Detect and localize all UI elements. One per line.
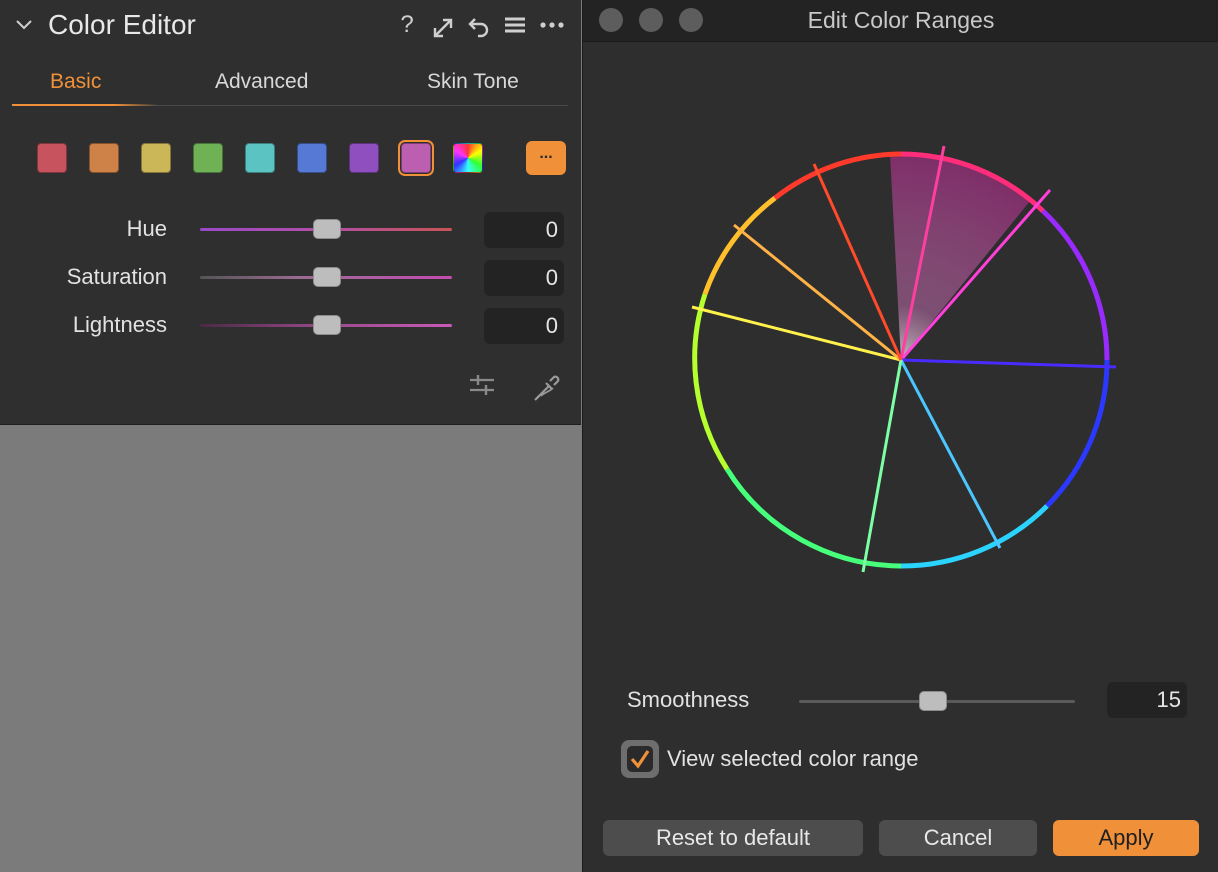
lightness-value-field[interactable]: 0: [484, 308, 564, 344]
swatch-blue[interactable]: [297, 143, 327, 173]
swatch-orange[interactable]: [89, 143, 119, 173]
swatch-purple[interactable]: [349, 143, 379, 173]
swatch-cyan[interactable]: [245, 143, 275, 173]
tab-bar: Basic Advanced Skin Tone: [12, 66, 568, 106]
more-colors-button[interactable]: ...: [526, 141, 566, 175]
expand-icon[interactable]: [431, 10, 455, 40]
hue-value-field[interactable]: 0: [484, 212, 564, 248]
cancel-button[interactable]: Cancel: [879, 820, 1037, 856]
dialog-titlebar: Edit Color Ranges: [583, 0, 1218, 42]
color-editor-panel: Color Editor ? Basic Advanced Skin Tone: [0, 0, 581, 425]
menu-icon[interactable]: [503, 10, 527, 40]
view-range-checkbox[interactable]: [621, 740, 659, 778]
swatch-all-colors[interactable]: [453, 143, 483, 173]
swatch-green[interactable]: [193, 143, 223, 173]
lightness-slider-thumb[interactable]: [313, 315, 341, 335]
saturation-label: Saturation: [66, 264, 167, 289]
lightness-label: Lightness: [72, 312, 167, 337]
apply-button[interactable]: Apply: [1053, 820, 1199, 856]
checkbox-box: [627, 746, 653, 772]
lightness-row: Lightness 0: [0, 308, 581, 344]
swatch-magenta[interactable]: [398, 140, 434, 176]
checkmark-icon: [630, 750, 650, 769]
smoothness-label: Smoothness: [627, 687, 750, 712]
saturation-value-field[interactable]: 0: [484, 260, 564, 296]
question-icon[interactable]: ?: [395, 10, 419, 40]
chevron-down-icon[interactable]: [14, 14, 34, 34]
hue-label: Hue: [126, 216, 167, 241]
smoothness-row: Smoothness 15: [583, 682, 1218, 718]
swatch-yellow[interactable]: [141, 143, 171, 173]
edit-color-ranges-dialog: Edit Color Ranges Smoothness 15 View sel…: [582, 0, 1218, 872]
tab-skin-tone[interactable]: Skin Tone: [427, 70, 519, 94]
swatch-red[interactable]: [37, 143, 67, 173]
saturation-row: Saturation 0: [0, 260, 581, 296]
adjustments-icon[interactable]: [467, 370, 497, 400]
hue-slider-thumb[interactable]: [313, 219, 341, 239]
panel-header: Color Editor ?: [0, 0, 581, 52]
eyedropper-icon[interactable]: [531, 370, 565, 404]
color-swatch-row: ...: [37, 140, 567, 176]
panel-title: Color Editor: [48, 9, 196, 40]
more-icon[interactable]: [539, 10, 564, 40]
reset-to-default-button[interactable]: Reset to default: [603, 820, 863, 856]
color-range-wheel[interactable]: [665, 124, 1139, 598]
dialog-title: Edit Color Ranges: [807, 7, 995, 33]
active-tab-indicator: [12, 104, 158, 106]
tab-advanced[interactable]: Advanced: [215, 70, 308, 94]
smoothness-slider-thumb[interactable]: [919, 691, 947, 711]
smoothness-value-field[interactable]: 15: [1107, 682, 1187, 718]
undo-icon[interactable]: [467, 10, 491, 40]
saturation-slider-thumb[interactable]: [313, 267, 341, 287]
hue-row: Hue 0: [0, 212, 581, 248]
view-range-checkbox-label: View selected color range: [667, 746, 919, 771]
tab-basic[interactable]: Basic: [50, 70, 101, 94]
